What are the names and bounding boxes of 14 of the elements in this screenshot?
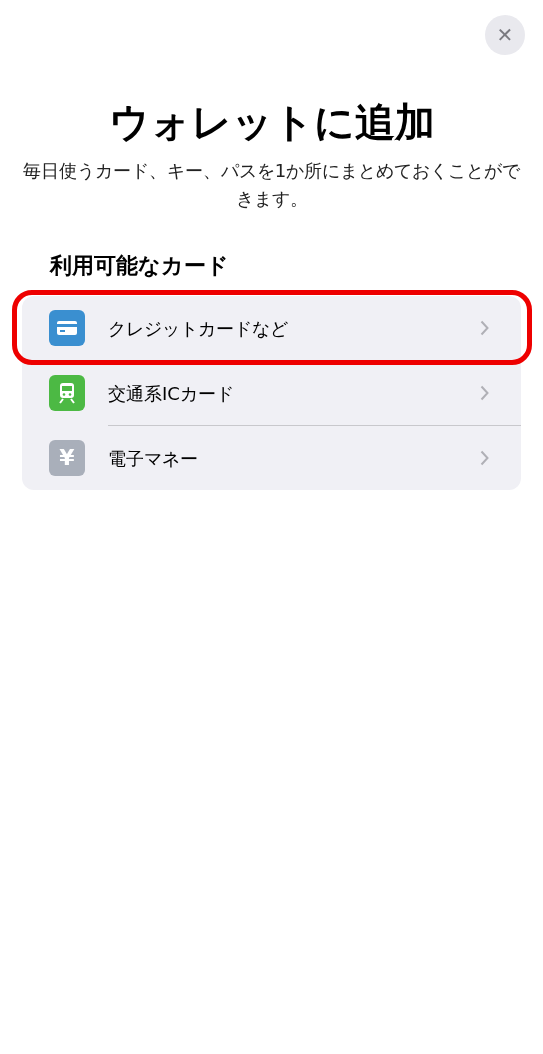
section-heading: 利用可能なカード <box>50 252 230 280</box>
chevron-icon <box>480 450 489 466</box>
chevron-icon <box>480 320 489 336</box>
list-item[interactable]: クレジットカードなど <box>22 296 521 360</box>
list-item[interactable]: ¥ 電子マネー <box>22 426 521 490</box>
list-item[interactable]: 交通系ICカード <box>22 361 521 425</box>
item-label: 電子マネー <box>108 446 199 471</box>
close-button[interactable]: ✕ <box>485 15 525 55</box>
page-title: ウォレットに追加 <box>107 98 436 147</box>
description-text: 毎日使うカード、キー、パスを1か所にまとめておくことができます。 <box>21 159 522 211</box>
item-label: クレジットカードなど <box>108 316 289 341</box>
yen-icon: ¥ <box>49 440 85 476</box>
chevron-icon <box>480 385 489 401</box>
item-label: 交通系ICカード <box>108 381 235 406</box>
